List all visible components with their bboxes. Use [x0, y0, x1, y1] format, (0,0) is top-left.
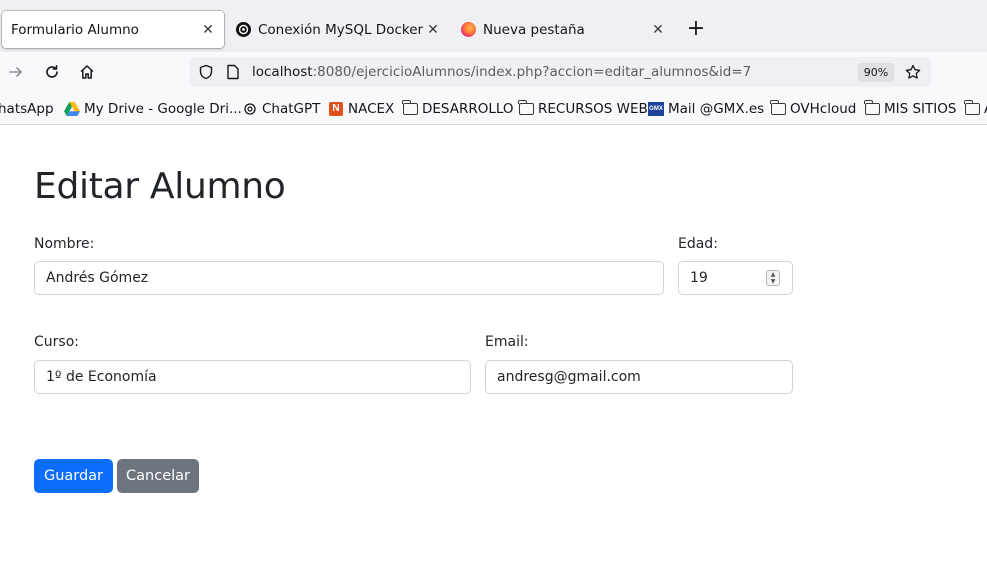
- bookmark-label: MIS SITIOS: [884, 101, 957, 117]
- curso-value: 1º de Economía: [46, 369, 157, 385]
- tab-conexion-mysql[interactable]: Conexión MySQL Docker ✕: [226, 11, 448, 48]
- bookmark-label: RECURSOS WEB: [538, 101, 648, 117]
- bookmark-nacex[interactable]: N NACEX: [328, 100, 394, 118]
- bookmark-desarrollo[interactable]: DESARROLLO: [402, 100, 514, 118]
- openai-icon: [242, 101, 258, 117]
- bookmark-mis-sitios[interactable]: MIS SITIOS: [864, 100, 956, 118]
- edad-input[interactable]: 19 ▲ ▼: [678, 261, 793, 295]
- bookmark-overflow[interactable]: A: [964, 100, 987, 118]
- email-input[interactable]: andresg@gmail.com: [485, 360, 793, 394]
- bookmark-label: NACEX: [348, 101, 395, 117]
- navigation-bar: localhost:8080/ejercicioAlumnos/index.ph…: [0, 52, 987, 92]
- curso-label: Curso:: [34, 334, 79, 350]
- page-content: Editar Alumno Nombre: Andrés Gómez Edad:…: [0, 126, 987, 575]
- chevron-down-icon[interactable]: ▼: [771, 278, 776, 285]
- folder-icon: [964, 100, 980, 117]
- save-button[interactable]: Guardar: [34, 459, 113, 493]
- arrow-right-icon: [9, 67, 22, 77]
- folder-icon: [518, 100, 534, 117]
- zoom-level-badge[interactable]: 90%: [858, 63, 894, 82]
- bookmark-gmx-mail[interactable]: GMX Mail @GMX.es: [648, 100, 764, 118]
- bookmark-label: hatsApp: [0, 101, 54, 117]
- nacex-icon: N: [328, 101, 344, 117]
- bookmark-google-drive[interactable]: My Drive - Google Dri...: [64, 100, 242, 118]
- firefox-icon: [461, 22, 476, 37]
- edad-label: Edad:: [678, 236, 718, 252]
- google-drive-icon: [64, 101, 80, 117]
- bookmark-label: OVHcloud: [790, 101, 857, 117]
- home-icon: [80, 65, 94, 79]
- bookmark-star-icon[interactable]: [905, 64, 921, 80]
- tab-title: Formulario Alumno: [11, 21, 139, 38]
- folder-icon: [864, 100, 880, 117]
- page-icon[interactable]: [226, 64, 240, 80]
- url-path: :8080/ejercicioAlumnos/index.php?accion=…: [312, 64, 752, 80]
- forward-button[interactable]: [4, 60, 28, 84]
- tab-title: Conexión MySQL Docker: [258, 21, 424, 38]
- bookmark-label: DESARROLLO: [422, 101, 514, 117]
- home-button[interactable]: [75, 60, 99, 84]
- tab-strip: Formulario Alumno ✕ Conexión MySQL Docke…: [0, 0, 987, 52]
- number-spinner-icon[interactable]: ▲ ▼: [766, 270, 780, 286]
- folder-icon: [402, 100, 418, 117]
- bookmark-label: My Drive - Google Dri...: [84, 101, 242, 117]
- reload-icon: [46, 65, 58, 78]
- url-host: localhost: [252, 64, 313, 80]
- new-tab-button[interactable]: +: [684, 17, 708, 41]
- tab-title: Nueva pestaña: [483, 21, 585, 38]
- bookmark-whatsapp[interactable]: hatsApp: [0, 100, 54, 118]
- tab-nueva-pestana[interactable]: Nueva pestaña ✕: [451, 11, 673, 48]
- tab-close-icon[interactable]: ✕: [424, 22, 442, 38]
- email-label: Email:: [485, 334, 529, 350]
- tab-close-icon[interactable]: ✕: [649, 22, 667, 38]
- nombre-label: Nombre:: [34, 236, 95, 252]
- openai-icon: [236, 22, 251, 37]
- page-title: Editar Alumno: [34, 166, 286, 207]
- gmx-icon: GMX: [648, 101, 664, 117]
- bookmark-chatgpt[interactable]: ChatGPT: [242, 100, 320, 118]
- url-text[interactable]: localhost:8080/ejercicioAlumnos/index.ph…: [252, 64, 751, 80]
- folder-icon: [770, 100, 786, 117]
- bookmark-label: ChatGPT: [262, 101, 321, 117]
- bookmarks-bar: hatsApp My Drive - Google Dri... ChatGPT…: [0, 92, 987, 125]
- nombre-value: Andrés Gómez: [46, 270, 149, 286]
- url-bar[interactable]: localhost:8080/ejercicioAlumnos/index.ph…: [190, 57, 931, 87]
- tab-close-icon[interactable]: ✕: [199, 22, 217, 38]
- edad-value: 19: [690, 270, 708, 286]
- bookmark-recursos-web[interactable]: RECURSOS WEB: [518, 100, 648, 118]
- chevron-up-icon[interactable]: ▲: [771, 271, 776, 278]
- email-value: andresg@gmail.com: [497, 369, 641, 385]
- shield-icon[interactable]: [198, 64, 214, 80]
- cancel-button[interactable]: Cancelar: [117, 459, 199, 493]
- tab-formulario-alumno[interactable]: Formulario Alumno ✕: [2, 11, 224, 48]
- curso-input[interactable]: 1º de Economía: [34, 360, 471, 394]
- reload-button[interactable]: [40, 60, 64, 84]
- bookmark-label: Mail @GMX.es: [668, 101, 765, 117]
- nombre-input[interactable]: Andrés Gómez: [34, 261, 664, 295]
- bookmark-ovhcloud[interactable]: OVHcloud: [770, 100, 856, 118]
